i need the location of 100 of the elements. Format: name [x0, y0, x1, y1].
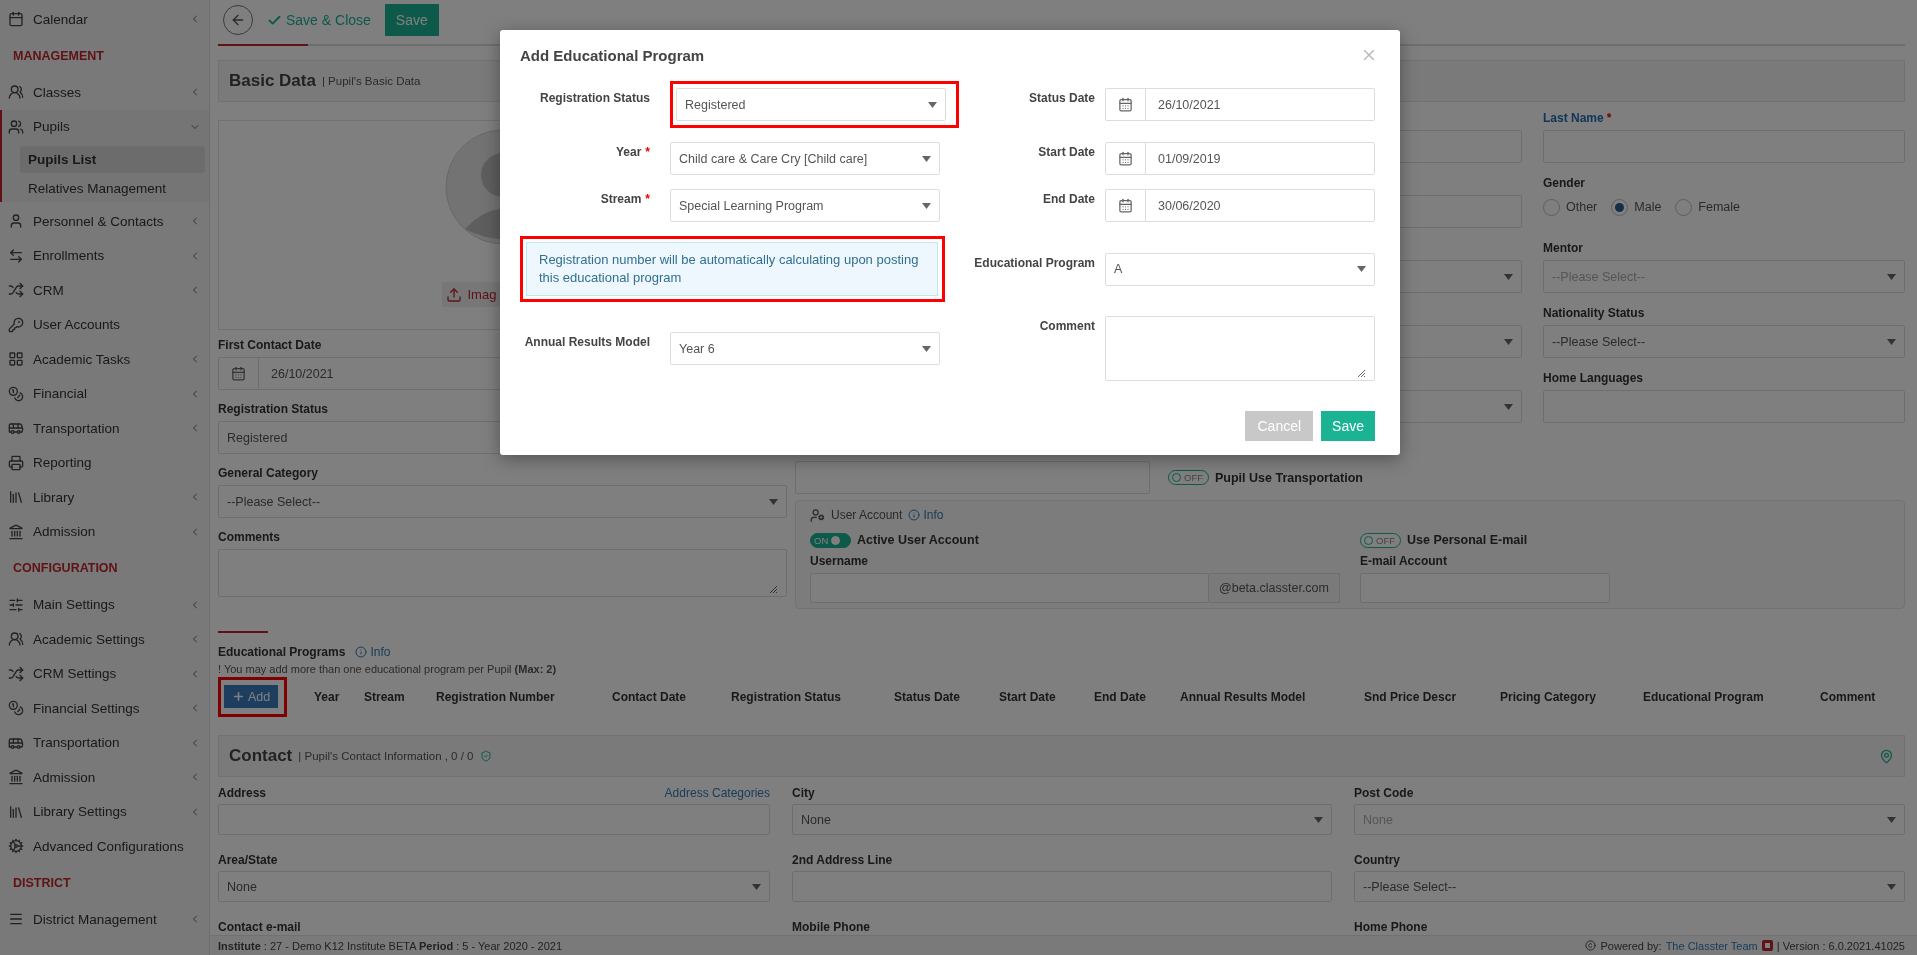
column-header: Comment — [1820, 690, 1877, 704]
nav-item[interactable]: Admission — [0, 514, 209, 549]
save-button[interactable]: Save — [384, 4, 439, 36]
field-label: General Category — [218, 465, 319, 481]
nav-subitem[interactable]: Pupils List — [20, 146, 205, 173]
select-field[interactable]: Year 6 — [670, 332, 940, 365]
resize-handle-icon — [768, 584, 778, 594]
back-button[interactable] — [223, 5, 253, 35]
info-notice: Registration number will be automatically calculating upon posting this educational program — [526, 242, 938, 296]
select-field[interactable]: A — [1105, 252, 1375, 286]
column-header: Registration Status — [731, 690, 842, 704]
toggle-label: Active User Account — [857, 533, 979, 547]
nav-item[interactable]: Transportation — [0, 411, 209, 446]
nav-item[interactable]: Personnel & Contacts — [0, 204, 209, 239]
nav-item[interactable]: Reporting — [0, 445, 209, 480]
radio-option[interactable]: Other — [1543, 197, 1598, 217]
key-icon — [8, 316, 24, 333]
date-field[interactable]: 01/09/2019 — [1105, 142, 1375, 175]
select-field[interactable]: Special Learning Program — [670, 189, 940, 222]
footer-text: | Version : 6.0.2021.41025 — [1776, 939, 1905, 952]
radio-button[interactable] — [1611, 198, 1629, 216]
required-mark: * — [645, 191, 650, 207]
nav-item[interactable]: Pupils — [2, 109, 209, 144]
nav-item[interactable]: Library Settings — [0, 794, 209, 829]
select-field[interactable]: --Please Select-- — [1354, 871, 1905, 902]
select-field[interactable]: --Please Select-- — [218, 485, 787, 518]
text-area[interactable] — [218, 549, 787, 597]
nav-item[interactable]: Academic Settings — [0, 622, 209, 657]
panel-title: User Account — [831, 508, 903, 522]
nav-item[interactable]: Enrollments — [0, 238, 209, 273]
caret-icon — [1887, 816, 1896, 823]
plus-icon — [232, 690, 245, 703]
people-icon — [8, 84, 24, 101]
field-label: Registration Status — [218, 401, 328, 417]
column-header: Contact Date — [612, 690, 687, 704]
copyright-icon — [1585, 940, 1597, 951]
nav-item[interactable]: Transportation — [0, 725, 209, 760]
save-button[interactable]: Save — [1321, 411, 1375, 441]
info-link[interactable]: Info — [908, 508, 944, 522]
calendar-icon — [1118, 97, 1133, 112]
nav-subitem[interactable]: Relatives Management — [20, 175, 205, 202]
nav-item[interactable]: Financial — [0, 376, 209, 411]
team-link[interactable]: The Classter Team — [1665, 939, 1758, 952]
toggle-switch[interactable]: OFF — [1360, 532, 1401, 548]
select-field[interactable]: --Please Select-- — [1543, 325, 1905, 358]
radio-button[interactable] — [1675, 198, 1693, 216]
add-button[interactable]: Add — [224, 685, 279, 708]
toggle-switch[interactable]: ON — [810, 532, 851, 548]
toggle-label: Use Personal E-mail — [1407, 533, 1528, 547]
info-link[interactable]: Info — [355, 645, 391, 659]
nav-item[interactable]: District Management — [0, 902, 209, 937]
radio-option[interactable]: Male — [1611, 197, 1662, 217]
column-header: Pricing Category — [1500, 690, 1598, 704]
caret-icon — [922, 202, 931, 209]
section-title: Educational Programs — [218, 645, 346, 659]
select-field[interactable]: Child care & Care Cry [Child care] — [670, 142, 940, 175]
shield-icon — [479, 750, 492, 762]
section-subtitle: | Pupil's Basic Data — [321, 75, 421, 87]
caret-icon — [1314, 816, 1323, 823]
caret-icon — [1504, 273, 1513, 280]
field-label: Mobile Phone — [792, 919, 870, 935]
date-field[interactable]: 26/10/2021 — [1105, 88, 1375, 121]
nav-item[interactable]: CRM Settings — [0, 656, 209, 691]
logo-icon — [1761, 940, 1773, 951]
nav-item[interactable]: User Accounts — [0, 307, 209, 342]
map-pin-icon[interactable] — [1879, 748, 1894, 764]
nav-item[interactable]: Calendar — [0, 2, 209, 37]
nav-item[interactable]: Advanced Configurations — [0, 829, 209, 864]
field-label: First Contact Date — [218, 337, 322, 353]
nav-item[interactable]: Library — [0, 480, 209, 515]
select-field[interactable]: Registered — [676, 88, 946, 121]
footer-text: Powered by: — [1600, 939, 1662, 952]
nav-item[interactable]: Admission — [0, 760, 209, 795]
caret-icon — [1504, 338, 1513, 345]
select-field[interactable]: None — [792, 804, 1332, 835]
field-label: Year * — [615, 143, 650, 160]
save-close-button[interactable]: Save & Close — [267, 12, 371, 28]
coins-icon — [8, 700, 24, 717]
radio-button[interactable] — [1543, 198, 1560, 216]
nav-item[interactable]: Main Settings — [0, 587, 209, 622]
text-area[interactable] — [1105, 316, 1375, 381]
footer-text: Institute : 27 - Demo K12 Institute BETA Period : 5 - Year 2020 - 2021 — [218, 939, 563, 952]
column-header: End Date — [1094, 690, 1147, 704]
caret-icon — [1887, 273, 1896, 280]
nav-item[interactable]: CRM — [0, 273, 209, 308]
field-label: Status Date — [1028, 90, 1095, 106]
toggle-switch[interactable]: OFF — [1168, 470, 1209, 485]
address-categories-link[interactable]: Address Categories — [664, 786, 770, 800]
nav-item[interactable]: Classes — [0, 75, 209, 110]
field-label: End Date — [1043, 191, 1095, 207]
field-label: Last Name * — [1543, 110, 1613, 126]
date-field[interactable]: 30/06/2020 — [1105, 189, 1375, 222]
nav-item[interactable]: Academic Tasks — [0, 342, 209, 377]
field-label: City — [792, 785, 815, 801]
nav-item[interactable]: Financial Settings — [0, 691, 209, 726]
text-field[interactable] — [795, 461, 1150, 494]
caret-icon — [922, 155, 931, 162]
radio-option[interactable]: Female — [1675, 197, 1741, 217]
select-field[interactable]: None — [218, 871, 770, 902]
person-icon — [8, 213, 24, 230]
